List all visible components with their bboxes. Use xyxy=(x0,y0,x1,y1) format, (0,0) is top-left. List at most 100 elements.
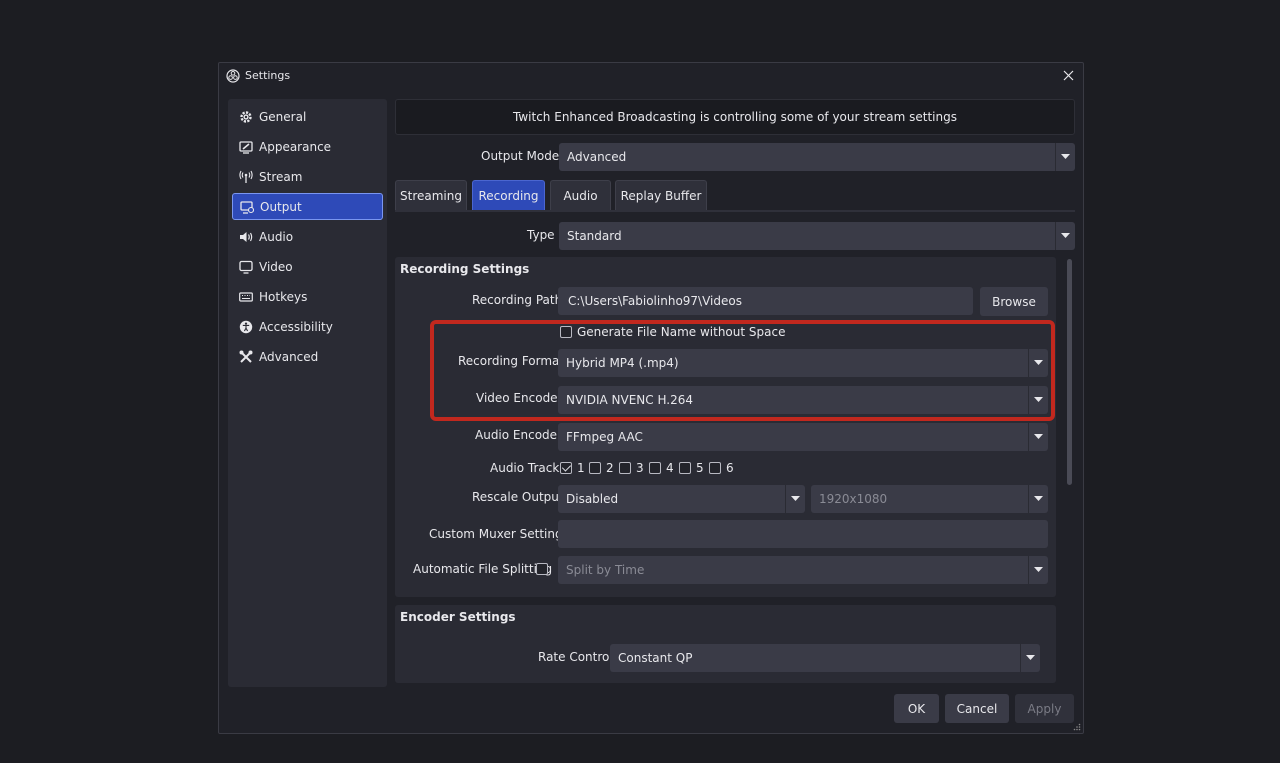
sidebar-item-label: Output xyxy=(260,199,302,214)
tab-replay-buffer[interactable]: Replay Buffer xyxy=(615,180,707,210)
audio-track-4-checkbox[interactable] xyxy=(649,462,661,474)
audio-track-5-checkbox[interactable] xyxy=(679,462,691,474)
no-space-checkbox[interactable] xyxy=(560,326,572,338)
sidebar-item-label: Advanced xyxy=(259,349,319,364)
sidebar-item-output[interactable]: Output xyxy=(232,193,383,220)
recording-settings-title: Recording Settings xyxy=(400,262,530,276)
browse-button[interactable]: Browse xyxy=(980,287,1048,316)
type-label: Type xyxy=(527,228,555,242)
rescale-output-label: Rescale Output xyxy=(472,490,564,504)
sidebar-item-accessibility[interactable]: Accessibility xyxy=(232,313,383,340)
recording-format-select[interactable]: Hybrid MP4 (.mp4) xyxy=(558,349,1048,377)
close-button[interactable] xyxy=(1059,66,1077,84)
file-splitting-select[interactable]: Split by Time xyxy=(558,556,1048,584)
tab-label: Audio xyxy=(563,188,598,203)
rescale-output-select[interactable]: Disabled xyxy=(558,485,805,513)
audio-track-1-checkbox[interactable] xyxy=(560,462,572,474)
custom-muxer-label: Custom Muxer Settings xyxy=(429,527,569,541)
sidebar-item-audio[interactable]: Audio xyxy=(232,223,383,250)
audio-track-6-checkbox[interactable] xyxy=(709,462,721,474)
recording-path-value: C:\Users\Fabiolinho97\Videos xyxy=(568,294,742,308)
type-value: Standard xyxy=(567,229,622,243)
recording-path-field[interactable]: C:\Users\Fabiolinho97\Videos xyxy=(558,287,973,315)
audio-track-3-label: 3 xyxy=(636,461,644,475)
rate-control-label: Rate Control xyxy=(538,650,613,664)
window-title: Settings xyxy=(245,69,291,82)
recording-format-value: Hybrid MP4 (.mp4) xyxy=(566,356,679,370)
audio-encoder-select[interactable]: FFmpeg AAC xyxy=(558,423,1048,451)
video-encoder-select[interactable]: NVIDIA NVENC H.264 xyxy=(558,386,1048,414)
output-mode-select[interactable]: Advanced xyxy=(559,143,1075,171)
audio-track-6-label: 6 xyxy=(726,461,734,475)
tab-audio[interactable]: Audio xyxy=(550,180,611,210)
audio-track-3-checkbox[interactable] xyxy=(619,462,631,474)
type-select[interactable]: Standard xyxy=(559,222,1075,250)
cancel-button-label: Cancel xyxy=(956,701,998,716)
sidebar-item-label: General xyxy=(259,109,307,124)
rescale-resolution-select[interactable]: 1920x1080 xyxy=(811,485,1048,513)
chevron-down-icon xyxy=(785,485,805,513)
recording-path-label: Recording Path xyxy=(472,293,563,307)
video-encoder-value: NVIDIA NVENC H.264 xyxy=(566,393,693,407)
chevron-down-icon xyxy=(1055,143,1075,171)
sidebar-item-general[interactable]: General xyxy=(232,103,383,130)
chevron-down-icon xyxy=(1028,485,1048,513)
sidebar-item-label: Stream xyxy=(259,169,303,184)
cancel-button[interactable]: Cancel xyxy=(945,694,1009,723)
custom-muxer-field[interactable] xyxy=(558,520,1048,548)
settings-sidebar: General Appearance Stream Output Audio V… xyxy=(228,99,387,687)
tools-icon xyxy=(238,349,254,365)
settings-window: Settings General Appearance Stream Outpu… xyxy=(218,62,1084,734)
tab-label: Replay Buffer xyxy=(620,188,702,203)
rescale-resolution-value: 1920x1080 xyxy=(819,492,888,506)
sidebar-item-label: Hotkeys xyxy=(259,289,308,304)
sidebar-item-label: Appearance xyxy=(259,139,332,154)
rescale-output-value: Disabled xyxy=(566,492,619,506)
apply-button[interactable]: Apply xyxy=(1015,694,1074,723)
sidebar-item-hotkeys[interactable]: Hotkeys xyxy=(232,283,383,310)
tab-divider xyxy=(395,210,1075,212)
sidebar-item-advanced[interactable]: Advanced xyxy=(232,343,383,370)
sidebar-item-appearance[interactable]: Appearance xyxy=(232,133,383,160)
sidebar-item-video[interactable]: Video xyxy=(232,253,383,280)
chevron-down-icon xyxy=(1055,222,1075,250)
audio-encoder-value: FFmpeg AAC xyxy=(566,430,643,444)
monitor-icon xyxy=(238,259,254,275)
output-icon xyxy=(239,199,255,215)
apply-button-label: Apply xyxy=(1027,701,1062,716)
audio-track-1-label: 1 xyxy=(577,461,585,475)
browse-button-label: Browse xyxy=(992,294,1036,309)
resize-grip-icon[interactable] xyxy=(1073,723,1081,731)
audio-track-4-label: 4 xyxy=(666,461,674,475)
settings-scrollbar[interactable] xyxy=(1067,259,1072,485)
chevron-down-icon xyxy=(1028,556,1048,584)
sidebar-item-label: Audio xyxy=(259,229,294,244)
antenna-icon xyxy=(238,169,254,185)
chevron-down-icon xyxy=(1020,644,1040,672)
ok-button-label: OK xyxy=(907,701,926,716)
ok-button[interactable]: OK xyxy=(894,694,939,723)
encoder-settings-title: Encoder Settings xyxy=(400,610,516,624)
output-mode-value: Advanced xyxy=(567,150,627,164)
rate-control-select[interactable]: Constant QP xyxy=(610,644,1040,672)
audio-encoder-label: Audio Encoder xyxy=(475,428,562,442)
sidebar-item-label: Video xyxy=(259,259,293,274)
enhanced-broadcasting-banner: Twitch Enhanced Broadcasting is controll… xyxy=(395,99,1075,135)
tab-recording[interactable]: Recording xyxy=(472,180,545,210)
appearance-icon xyxy=(238,139,254,155)
sidebar-item-stream[interactable]: Stream xyxy=(232,163,383,190)
obs-logo-icon xyxy=(226,69,240,83)
file-splitting-checkbox[interactable] xyxy=(536,563,548,575)
output-mode-label: Output Mode xyxy=(481,149,560,163)
audio-track-5-label: 5 xyxy=(696,461,704,475)
close-icon xyxy=(1063,70,1073,80)
chevron-down-icon xyxy=(1028,423,1048,451)
audio-track-2-checkbox[interactable] xyxy=(589,462,601,474)
tab-label: Streaming xyxy=(400,188,462,203)
audio-track-label: Audio Track xyxy=(490,461,560,475)
video-encoder-label: Video Encoder xyxy=(476,391,563,405)
file-splitting-label: Automatic File Splitting xyxy=(413,562,553,576)
sidebar-item-label: Accessibility xyxy=(259,319,333,334)
audio-track-2-label: 2 xyxy=(606,461,614,475)
tab-streaming[interactable]: Streaming xyxy=(395,180,467,210)
